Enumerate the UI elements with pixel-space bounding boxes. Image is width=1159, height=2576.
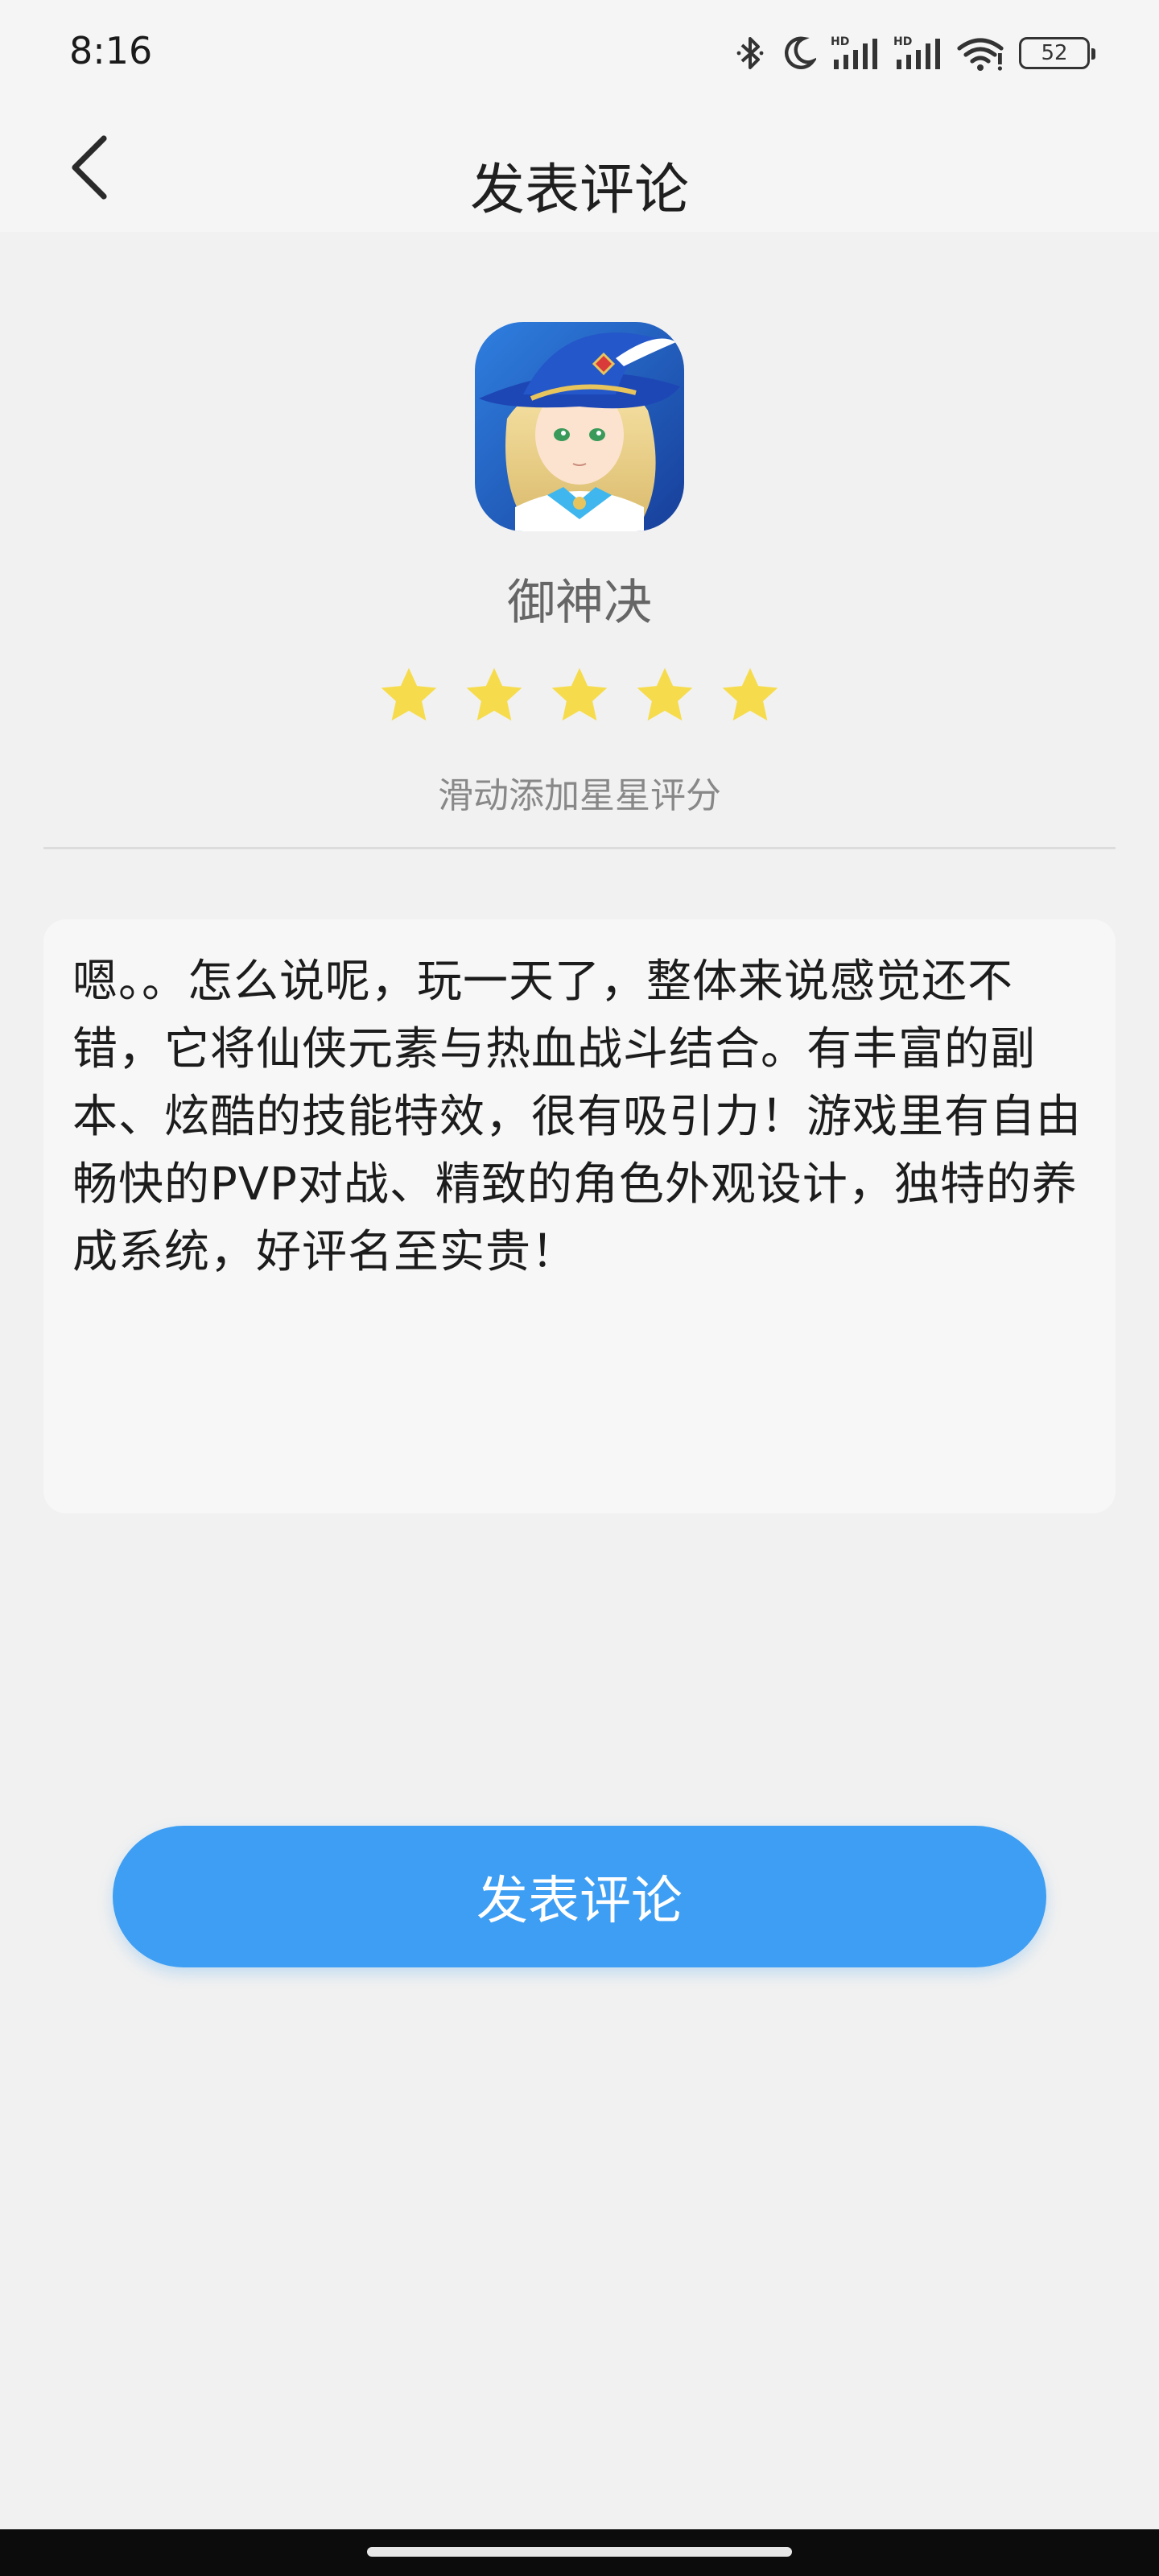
rating-hint: 滑动添加星星评分	[438, 775, 721, 816]
nav-bar: 发表评论	[0, 113, 1159, 232]
app-name: 御神决	[507, 575, 652, 631]
battery-icon: 52	[1019, 37, 1095, 69]
signal-hd-icon: HD	[893, 34, 942, 72]
bluetooth-icon	[734, 34, 766, 72]
divider	[43, 847, 1116, 849]
star-icon[interactable]	[375, 662, 443, 729]
status-icons: HD HD 52	[734, 32, 1095, 74]
moon-icon	[781, 34, 816, 72]
star-icon[interactable]	[631, 662, 699, 729]
navigation-bar	[0, 2529, 1159, 2576]
submit-comment-button[interactable]: 发表评论	[113, 1826, 1046, 1967]
star-icon[interactable]	[546, 662, 613, 729]
status-time: 8:16	[69, 29, 153, 72]
wifi-icon	[956, 34, 1004, 72]
comment-textarea[interactable]: 嗯。。怎么说呢，玩一天了，整体来说感觉还不错，它将仙侠元素与热血战斗结合。有丰富…	[43, 919, 1116, 1513]
comment-text: 嗯。。怎么说呢，玩一天了，整体来说感觉还不错，它将仙侠元素与热血战斗结合。有丰富…	[72, 956, 1082, 1278]
star-icon[interactable]	[716, 662, 784, 729]
star-icon[interactable]	[460, 662, 528, 729]
star-rating[interactable]	[0, 662, 1159, 729]
signal-hd-icon: HD	[831, 34, 879, 72]
gesture-handle[interactable]	[367, 2547, 792, 2557]
app-icon	[475, 322, 684, 531]
svg-text:HD: HD	[893, 35, 912, 48]
page-title: 发表评论	[469, 159, 689, 222]
svg-text:HD: HD	[831, 35, 849, 48]
status-bar: 8:16 HD HD 52	[0, 0, 1159, 113]
